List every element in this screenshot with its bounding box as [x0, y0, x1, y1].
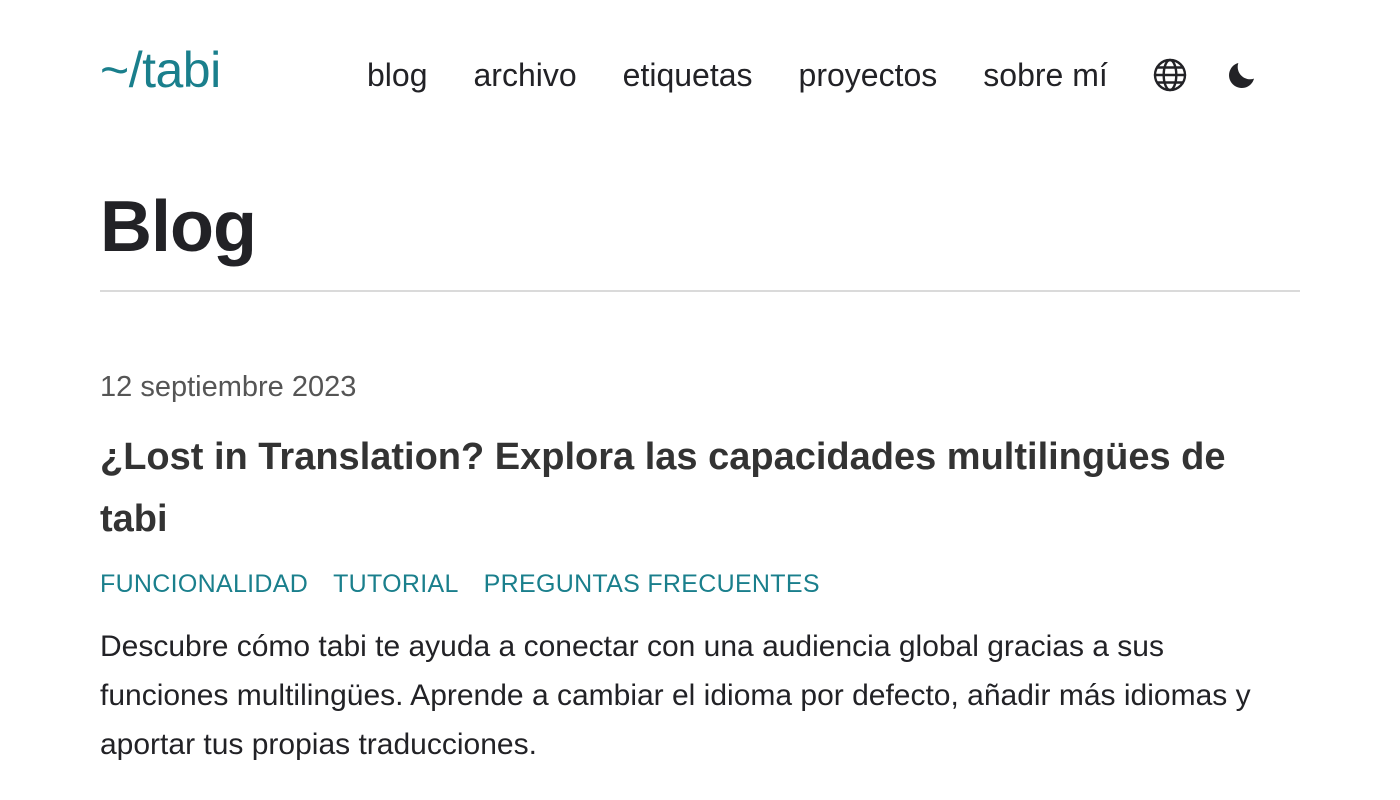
site-header: ~/tabi blog archivo etiquetas proyectos …	[100, 36, 1300, 112]
nav-item-sobre-mi[interactable]: sobre mí	[983, 55, 1107, 95]
post-date: 12 septiembre 2023	[100, 371, 357, 403]
nav-item-etiquetas[interactable]: etiquetas	[623, 55, 753, 95]
site-logo[interactable]: ~/tabi	[100, 40, 221, 100]
post-summary: Descubre cómo tabi te ayuda a conectar c…	[100, 630, 1251, 761]
post-tags: FUNCIONALIDAD TUTORIAL PREGUNTAS FRECUEN…	[100, 568, 1300, 600]
tag-link-tutorial[interactable]: TUTORIAL	[333, 570, 459, 599]
language-switcher-button[interactable]	[1150, 55, 1190, 95]
tag-link-preguntas-frecuentes[interactable]: PREGUNTAS FRECUENTES	[484, 570, 820, 599]
tag-link-funcionalidad[interactable]: FUNCIONALIDAD	[100, 570, 308, 599]
globe-icon	[1153, 58, 1186, 92]
nav-item-archivo[interactable]: archivo	[474, 55, 577, 95]
nav-item-blog[interactable]: blog	[367, 55, 428, 95]
post-list-item: 12 septiembre 2023 ¿Lost in Translation?…	[100, 368, 1300, 799]
moon-icon	[1228, 62, 1254, 88]
main-nav: blog archivo etiquetas proyectos sobre m…	[367, 55, 1262, 95]
nav-item-proyectos[interactable]: proyectos	[799, 55, 938, 95]
post-title-link[interactable]: ¿Lost in Translation? Explora las capaci…	[100, 436, 1226, 540]
theme-toggle-button[interactable]	[1222, 55, 1262, 95]
post-title: ¿Lost in Translation? Explora las capaci…	[100, 426, 1270, 550]
title-divider	[100, 290, 1300, 292]
page-title: Blog	[100, 187, 257, 267]
